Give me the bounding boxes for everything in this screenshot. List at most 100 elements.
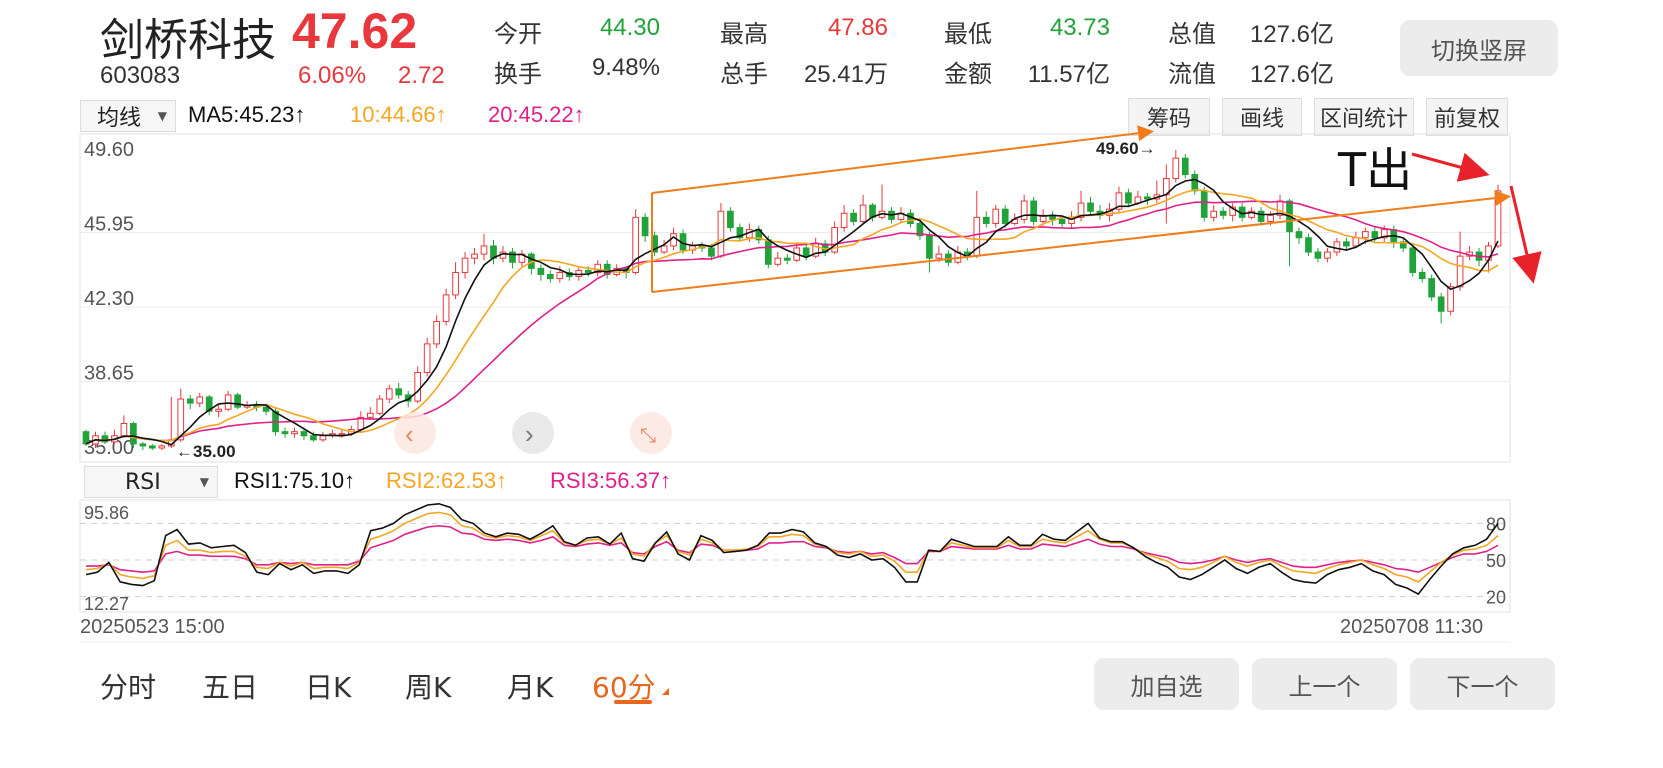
candle-body [319, 435, 327, 441]
candle-body [395, 388, 403, 396]
rsi-lines [85, 502, 1499, 596]
candle-body [1001, 208, 1009, 224]
candle-body [196, 396, 204, 404]
candle-body [1200, 190, 1208, 218]
rsi3-value: RSI3:56.37↑ [550, 468, 672, 493]
start-time-label: 20250523 15:00 [80, 616, 225, 638]
candle-body [1371, 231, 1379, 239]
candle-body [1418, 271, 1426, 280]
candle-body [1494, 190, 1502, 247]
candle-body [575, 269, 583, 278]
candle-body [1172, 157, 1180, 180]
next-button[interactable]: 下一个 [1410, 658, 1555, 710]
candle-body [366, 412, 374, 418]
candlestick-chart[interactable]: 49.6045.9542.3038.6535.00 T出 49.60→ ←35.… [0, 0, 1663, 768]
dropdown-arrow-icon: ▼ [199, 475, 209, 489]
rsi-right-label: 80 [1486, 514, 1506, 534]
candle-body [1485, 245, 1492, 261]
candle-body [338, 433, 346, 436]
rsi-grid: 80 50 20 95.86 12.27 [80, 503, 1510, 614]
candle-body [584, 269, 592, 273]
candle-body [717, 210, 725, 257]
candle-body [1324, 251, 1331, 259]
chevron-right-icon: › [525, 419, 534, 449]
end-time-label: 20250708 11:30 [1340, 616, 1483, 638]
candle-body [148, 445, 156, 449]
candles [82, 150, 1502, 451]
candle-body [727, 210, 734, 229]
candle-body [291, 431, 298, 435]
candle-body [224, 394, 232, 410]
candle-body [1144, 196, 1151, 200]
candle-body [992, 208, 1000, 224]
rsi2-value: RSI2:62.53↑ [386, 468, 508, 493]
tab-corner-icon [662, 688, 669, 695]
candle-body [783, 257, 791, 261]
candle-body [471, 253, 478, 259]
candle-body [1267, 214, 1274, 222]
candle-body [859, 204, 867, 222]
candle-body [310, 435, 317, 441]
candle-body [1219, 210, 1227, 216]
candle-body [480, 245, 488, 255]
candle-body [1314, 251, 1322, 259]
candle-body [660, 245, 668, 253]
candle-body [1361, 231, 1369, 239]
candle-body [186, 398, 194, 404]
tab-monthly-k[interactable]: 月K [507, 666, 553, 706]
candle-body [215, 408, 223, 412]
price-axis-label: 42.30 [84, 288, 134, 310]
candle-body [1437, 296, 1445, 312]
rsi2-line [85, 511, 1499, 583]
candle-body [926, 235, 933, 259]
channel-upper-line [651, 125, 1154, 194]
handwritten-arrow-down [1509, 185, 1542, 284]
candle-body [982, 216, 990, 224]
add-watchlist-button[interactable]: 加自选 [1094, 658, 1239, 710]
candle-body [414, 371, 422, 402]
ma20-line [85, 200, 1499, 445]
candle-body [774, 257, 782, 265]
candle-body [376, 398, 384, 414]
candle-body [840, 212, 848, 229]
candle-body [802, 247, 810, 257]
candle-body [641, 216, 649, 237]
candle-body [1295, 231, 1303, 239]
candle-body [670, 233, 677, 247]
active-tab-indicator [614, 700, 652, 704]
rsi-panel-frame [79, 499, 1511, 613]
candle-body [1087, 202, 1094, 212]
candle-body [556, 271, 564, 280]
candle-body [452, 271, 459, 296]
rsi-selector[interactable]: RSI ▼ [84, 466, 218, 498]
candle-body [461, 257, 469, 273]
price-grid: 49.6045.9542.3038.6535.00 [80, 139, 1510, 459]
tab-five-day[interactable]: 五日 [202, 666, 258, 706]
previous-button[interactable]: 上一个 [1252, 658, 1397, 710]
tab-daily-k[interactable]: 日K [305, 666, 351, 706]
candle-body [1305, 237, 1312, 253]
price-axis-label: 38.65 [84, 363, 134, 385]
candle-body [1343, 241, 1350, 247]
rsi1-value: RSI1:75.10↑ [234, 468, 356, 493]
candle-body [1125, 192, 1132, 204]
tab-intraday[interactable]: 分时 [100, 666, 156, 706]
candle-body [850, 212, 857, 222]
tab-weekly-k[interactable]: 周K [405, 666, 451, 706]
rsi-right-label: 20 [1486, 588, 1506, 608]
candle-body [708, 247, 715, 257]
rsi-selector-label: RSI [125, 469, 161, 495]
candle-body [1333, 241, 1341, 253]
candle-body [281, 431, 289, 435]
candle-body [1181, 157, 1189, 175]
rsi1-line [85, 502, 1499, 596]
candle-body [130, 423, 137, 445]
price-panel-frame [79, 133, 1511, 463]
candle-body [1257, 210, 1265, 222]
rsi-right-label: 50 [1486, 551, 1506, 571]
price-axis-label: 49.60 [84, 139, 134, 161]
scroll-left-button[interactable] [394, 412, 436, 454]
candle-body [385, 388, 393, 400]
candle-body [139, 443, 147, 447]
candle-body [935, 253, 943, 259]
